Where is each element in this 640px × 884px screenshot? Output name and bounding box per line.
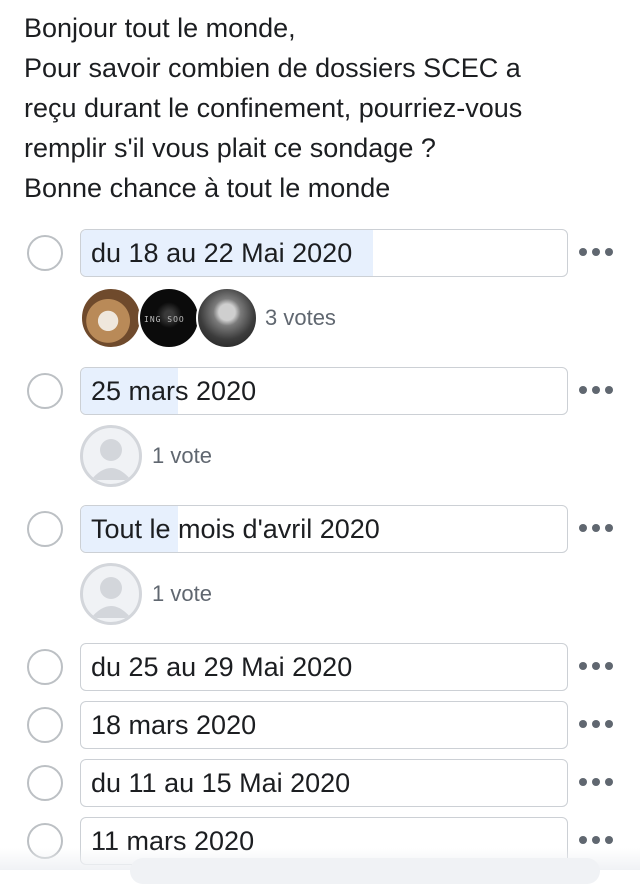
poll-option-5[interactable]: 18 mars 2020	[0, 701, 640, 751]
vote-count[interactable]: 1 vote	[152, 425, 212, 487]
poll-option-label: du 11 au 15 Mai 2020	[91, 768, 351, 798]
avatar-text: ING SOO	[144, 315, 185, 324]
poll-option-label: 18 mars 2020	[91, 710, 257, 740]
poll-option-label: du 18 au 22 Mai 2020	[91, 238, 353, 268]
radio-circle-icon[interactable]	[27, 235, 63, 271]
radio-circle-icon[interactable]	[27, 373, 63, 409]
radio-circle-icon[interactable]	[27, 707, 63, 743]
poll-option-bar[interactable]: 18 mars 2020	[80, 701, 568, 749]
poll-option-bar[interactable]: du 18 au 22 Mai 2020	[80, 229, 568, 277]
radio-circle-icon[interactable]	[27, 649, 63, 685]
more-options-icon[interactable]	[579, 520, 613, 536]
poll-option-bar[interactable]: du 11 au 15 Mai 2020	[80, 759, 568, 807]
post-line: Bonne chance à tout le monde	[24, 173, 391, 203]
more-options-icon[interactable]	[579, 382, 613, 398]
bottom-bar	[130, 858, 600, 884]
poll-option-1[interactable]: du 18 au 22 Mai 2020	[0, 229, 640, 279]
post-line: Pour savoir combien de dossiers SCEC a	[24, 53, 521, 83]
poll-option-2[interactable]: 25 mars 2020	[0, 367, 640, 417]
post-line: Bonjour tout le monde,	[24, 13, 296, 43]
more-options-icon[interactable]	[579, 774, 613, 790]
post-text: Bonjour tout le monde, Pour savoir combi…	[24, 8, 624, 208]
poll-option-bar[interactable]: 25 mars 2020	[80, 367, 568, 415]
voter-avatar[interactable]: ING SOO	[138, 287, 200, 349]
voter-avatar[interactable]	[196, 287, 258, 349]
default-avatar-icon[interactable]	[80, 425, 142, 487]
vote-count[interactable]: 3 votes	[265, 287, 336, 349]
more-options-icon[interactable]	[579, 832, 613, 848]
more-options-icon[interactable]	[579, 658, 613, 674]
default-avatar-icon[interactable]	[80, 563, 142, 625]
poll-option-bar[interactable]: Tout le mois d'avril 2020	[80, 505, 568, 553]
poll-option-3[interactable]: Tout le mois d'avril 2020	[0, 505, 640, 555]
poll-option-6[interactable]: du 11 au 15 Mai 2020	[0, 759, 640, 809]
poll-option-label: du 25 au 29 Mai 2020	[91, 652, 353, 682]
more-options-icon[interactable]	[579, 244, 613, 260]
vote-count[interactable]: 1 vote	[152, 563, 212, 625]
poll-option-4[interactable]: du 25 au 29 Mai 2020	[0, 643, 640, 693]
radio-circle-icon[interactable]	[27, 765, 63, 801]
voter-avatar[interactable]	[80, 287, 142, 349]
radio-circle-icon[interactable]	[27, 511, 63, 547]
poll-option-bar[interactable]: du 25 au 29 Mai 2020	[80, 643, 568, 691]
poll-option-label: Tout le mois d'avril 2020	[91, 514, 380, 544]
post-line: remplir s'il vous plait ce sondage ?	[24, 133, 436, 163]
poll-option-label: 25 mars 2020	[91, 376, 257, 406]
post-line: reçu durant le confinement, pourriez-vou…	[24, 93, 523, 123]
more-options-icon[interactable]	[579, 716, 613, 732]
